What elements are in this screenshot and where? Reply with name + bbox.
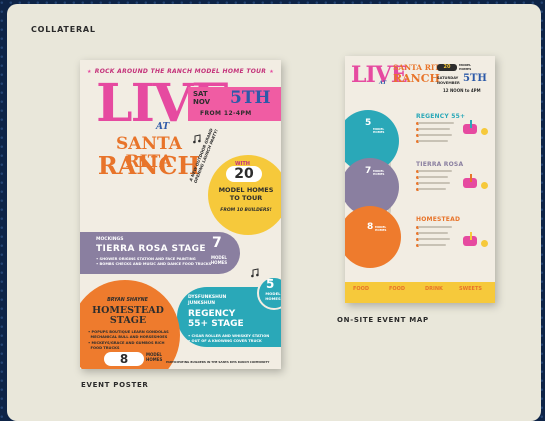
map-list-line	[418, 176, 448, 178]
map-list-line	[418, 122, 454, 124]
map-vendor-label: DRINK	[425, 286, 443, 292]
poster-ranch: RANCH	[97, 151, 201, 180]
music-note-icon	[193, 134, 201, 144]
section-title: COLLATERAL	[31, 25, 96, 34]
map-model-homes: MODEL HOMES	[459, 63, 472, 71]
event-poster-image[interactable]: ROCK AROUND THE RANCH MODEL HOME TOUR LI…	[80, 60, 281, 369]
poster-builders: FROM 10 BUILDERS!	[220, 208, 272, 213]
poster-homestead-model-homes: MODEL HOMES	[146, 352, 163, 362]
poster-day: 5TH	[230, 88, 271, 108]
map-regency-heading: REGENCY 55+	[416, 113, 466, 120]
map-list-line	[418, 244, 446, 246]
map-list-line	[418, 128, 450, 130]
poster-homestead-stage: HOMESTEAD STAGE	[92, 305, 164, 326]
poster-at-text: AT	[156, 122, 170, 132]
guitar-icon	[463, 232, 477, 246]
poster-regency-performer: DYSFUNKSHUN JUNKSHUN	[188, 295, 227, 306]
poster-tierra-rosa-list: • SHOWER ORIGINS STATION AND FACE PAINTI…	[96, 257, 212, 267]
map-vendor-label: FOOD	[353, 286, 370, 292]
poster-sat-nov: SAT NOV	[193, 90, 211, 106]
map-tierra-heading: TIERRA ROSA	[416, 161, 464, 168]
map-list-line	[418, 182, 450, 184]
map-caption: ON-SITE EVENT MAP	[337, 316, 429, 324]
guitar-icon	[463, 120, 477, 134]
poster-model-homes: MODEL HOMES TO TOUR	[218, 186, 274, 203]
music-note-icon	[251, 268, 259, 278]
poster-regency-list: • CIGAR ROLLER AND WHISKEY STATION • OUT…	[188, 334, 270, 344]
poster-tierra-rosa-stage: TIERRA ROSA STAGE	[96, 244, 206, 254]
map-homestead-circle	[345, 206, 401, 268]
map-regency-model-homes: MODEL HOMES	[373, 127, 385, 135]
map-tierra-count: 7	[365, 166, 372, 176]
map-list-line	[418, 188, 446, 190]
poster-caption: EVENT POSTER	[81, 381, 149, 389]
map-badge	[481, 240, 488, 247]
map-list-line	[418, 238, 450, 240]
map-regency-count: 5	[365, 118, 372, 128]
poster-tierra-model-homes: MODEL HOMES	[210, 255, 228, 266]
poster-footer: PARTICIPATING BUILDERS IN THE SANTA RITA…	[166, 360, 270, 364]
map-tierra-model-homes: MODEL HOMES	[373, 169, 385, 177]
poster-tierra-rosa-performer: MOCKINGS	[96, 237, 124, 242]
map-vendor-label: SWEETS	[459, 286, 482, 292]
poster-regency-count: 5	[266, 277, 275, 291]
map-day: 5TH	[463, 73, 487, 84]
poster-homestead-list: • POPUPS BOUTIQUE LEARN GONDOLAS MECHANI…	[88, 330, 169, 351]
poster-regency-model-homes: MODEL HOMES	[265, 291, 281, 301]
map-at-text: AT	[379, 80, 387, 86]
map-list-line	[418, 134, 452, 136]
map-ranch: RANCH	[393, 72, 440, 85]
map-list-line	[418, 226, 452, 228]
poster-homestead-count: 8	[104, 352, 144, 366]
poster-model-count: 20	[226, 166, 262, 182]
map-list-line	[418, 232, 448, 234]
event-map-image[interactable]: LIVE AT SANTA RITA RANCH 20 MODEL HOMES …	[345, 56, 495, 303]
map-vendor-label: FOOD	[389, 286, 406, 292]
map-homestead-count: 8	[367, 222, 374, 232]
map-homestead-heading: HOMESTEAD	[416, 216, 461, 223]
collateral-card: COLLATERAL ROCK AROUND THE RANCH MODEL H…	[7, 4, 541, 421]
map-time: 12 NOON to 4PM	[443, 88, 481, 93]
map-saturday: SATURDAY NOVEMBER	[437, 76, 460, 85]
map-homestead-model-homes: MODEL HOMES	[375, 225, 387, 233]
poster-regency-stage: REGENCY 55+ STAGE	[188, 309, 244, 329]
map-badge	[481, 182, 488, 189]
guitar-icon	[463, 174, 477, 188]
poster-tierra-count: 7	[212, 235, 222, 251]
map-list-line	[418, 140, 448, 142]
map-badge	[481, 128, 488, 135]
poster-homestead-performer: BRYAN SHAYNE	[107, 298, 148, 303]
map-list-line	[418, 170, 452, 172]
map-model-count: 20	[437, 64, 457, 71]
poster-time: FROM 12-4PM	[200, 110, 252, 117]
